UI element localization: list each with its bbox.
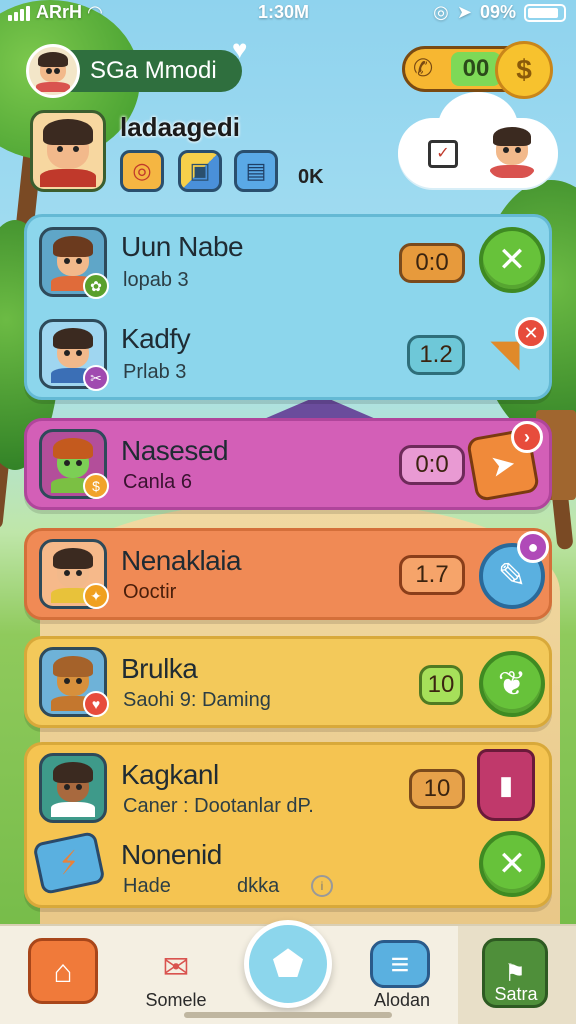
item-name: Nonenid [121,839,222,870]
list-item[interactable]: ✿ Uun Nabe lopab 3 0:0 ✕ [27,217,549,309]
coin-icon[interactable]: $ [495,41,553,99]
star-badge-icon: ✦ [83,583,109,609]
home-nav-button[interactable]: ⌂ [28,938,98,1004]
status-right: ◎ ➤ 09% [433,2,566,23]
alarm-icon: ◎ [433,2,449,22]
home-indicator [184,1012,392,1018]
close-button[interactable]: ✕ [479,227,545,293]
item-subtitle: Prlab 3 [123,361,187,383]
score-badge: 10 [419,665,463,705]
tool-badge-icon: ✂ [83,365,109,391]
map-tool-icon: ⚡ [32,830,106,896]
user-avatar[interactable] [26,44,80,98]
nav-label-satra[interactable]: Satra [466,984,566,1005]
phone-icon: ✆ [413,55,434,82]
map-icon[interactable]: ▣ [178,150,222,192]
item-subtitle: Caner : Dootanlar dP. [123,795,314,817]
info-icon[interactable]: i [311,875,333,897]
item-name: Kadfy [121,323,191,354]
location-icon: ➤ [456,2,472,22]
notification-badge-icon[interactable]: › [511,421,543,453]
currency-value: 00 [451,52,501,86]
location-badge-icon[interactable]: ● [517,531,549,563]
coin-badge-icon: $ [83,473,109,499]
bucket-icon[interactable]: ▮ [477,749,535,821]
match-card-2[interactable]: $ Nasesed Canla 6 0:0 ➤ › [24,418,552,510]
item-name: Nenaklaia [121,545,242,576]
bottom-nav: ⌂ ✉ Somele ⬟ ≡ Alodan ⚑ Satra [0,920,576,1024]
avatar [39,753,107,823]
item-subtitle: lopab 3 [123,269,189,291]
status-bar: ARrH ◠ 1:30M ◎ ➤ 09% [0,0,576,28]
target-icon[interactable]: ◎ [120,150,164,192]
nav-label-somele[interactable]: Somele [126,990,226,1011]
signal-icon [8,5,30,21]
status-left: ARrH ◠ [8,2,102,23]
score-badge: 10 [409,769,465,809]
list-item[interactable]: ♥ Brulka Saohi 9: Daming 10 ❦ [27,639,549,731]
heart-badge-icon: ♥ [83,691,109,717]
wifi-icon: ◠ [88,2,102,22]
item-name: Nasesed [121,435,229,466]
match-card-5[interactable]: Kagkanl Caner : Dootanlar dP. 10 ▮ ⚡ Non… [24,742,552,908]
list-nav-button[interactable]: ≡ [370,940,430,988]
leaf-button[interactable]: ❦ [479,651,545,717]
match-card-3[interactable]: ✦ Nenaklaia Ooctir 1.7 ✎ ● [24,528,552,620]
friend-avatar[interactable] [488,124,536,178]
carrier-label: ARrH [36,2,83,22]
hud-status: 0K [298,166,324,188]
item-subtitle: Hade [123,875,171,897]
remove-badge-icon[interactable]: ✕ [515,317,547,349]
user-name: SGa Mmodi [90,57,217,84]
nav-label-alodan[interactable]: Alodan [352,990,452,1011]
item-subtitle-extra: dkka [237,875,280,897]
status-time: 1:30M [258,2,310,22]
score-badge: 0:0 [399,445,465,485]
currency-bar[interactable]: ✆ 00 $ [402,41,553,99]
score-badge: 1.2 [407,335,465,375]
battery-percent: 09% [479,2,516,22]
match-card-4[interactable]: ♥ Brulka Saohi 9: Daming 10 ❦ [24,636,552,728]
checkmark-icon[interactable]: ✓ [428,140,458,168]
item-subtitle: Canla 6 [123,471,192,493]
list-item[interactable]: ⚡ Nonenid Hade dkka i ✕ [27,827,549,909]
item-subtitle: Ooctir [123,581,177,603]
item-name: Uun Nabe [121,231,244,262]
center-action-button[interactable]: ⬟ [244,920,332,1008]
leaf-badge-icon: ✿ [83,273,109,299]
calendar-icon[interactable]: ▤ [234,150,278,192]
list-item[interactable]: $ Nasesed Canla 6 0:0 ➤ › [27,421,549,513]
list-item[interactable]: Kagkanl Caner : Dootanlar dP. 10 ▮ [27,745,549,837]
list-item[interactable]: ✂ Kadfy Prlab 3 1.2 ◥ ✕ [27,309,549,401]
close-button[interactable]: ✕ [479,831,545,897]
match-card-1[interactable]: ✿ Uun Nabe lopab 3 0:0 ✕ ✂ Kadfy Prlab 3… [24,214,552,400]
score-badge: 0:0 [399,243,465,283]
item-subtitle: Saohi 9: Daming [123,689,271,711]
player-name: ladaagedi [120,112,240,142]
list-item[interactable]: ✦ Nenaklaia Ooctir 1.7 ✎ ● [27,531,549,623]
item-name: Brulka [121,653,198,684]
battery-icon [524,3,566,22]
player-avatar[interactable] [30,110,106,192]
score-badge: 1.7 [399,555,465,595]
item-name: Kagkanl [121,759,219,790]
